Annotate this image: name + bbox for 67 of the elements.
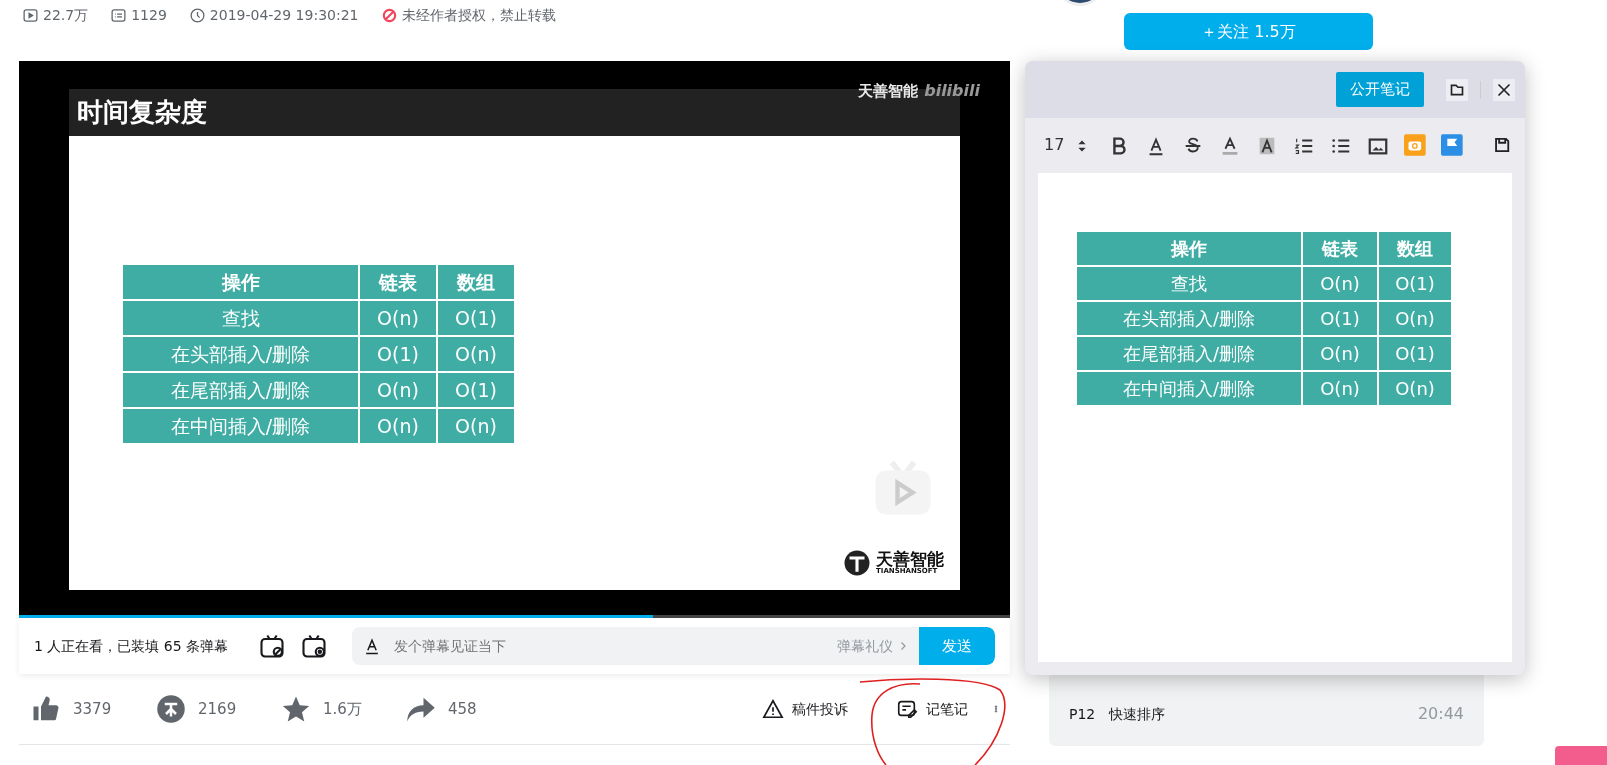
copyright-notice: 未经作者授权，禁止转载 [401, 5, 556, 25]
stat-value: 22.7万 [43, 5, 89, 25]
take-notes-link[interactable]: 记笔记 [926, 698, 968, 720]
warning-icon[interactable] [762, 698, 784, 720]
table-cell: O(1) [437, 300, 515, 336]
play-icon [22, 6, 39, 24]
forbidden-icon [380, 6, 398, 24]
coin-count: 2169 [198, 698, 237, 720]
table-cell: O(1) [437, 372, 515, 408]
episode-duration: 20:44 [1417, 703, 1464, 725]
table-cell: O(1) [1302, 301, 1378, 336]
column-header: 链表 [1302, 231, 1378, 266]
episode-number: P12 [1069, 704, 1096, 724]
table-cell: O(n) [1378, 371, 1452, 406]
column-header: 数组 [437, 264, 515, 300]
table-cell: O(n) [359, 372, 437, 408]
clock-icon [188, 6, 206, 24]
table-cell: 在中间插入/删除 [122, 408, 359, 444]
viewer-count: 1 人正在看，已装填 65 条弹幕 [34, 636, 229, 656]
stat-value: 2019-04-29 19:30:21 [209, 5, 359, 25]
send-button[interactable]: 发送 [919, 627, 995, 665]
table-cell: 在中间插入/删除 [1076, 371, 1302, 406]
favorite-count: 1.6万 [323, 698, 362, 720]
danmaku-toggle-icon[interactable] [258, 632, 287, 660]
table-cell: 查找 [1076, 266, 1302, 301]
table-cell: 在头部插入/删除 [122, 336, 359, 372]
font-size-value[interactable]: 17 [1044, 133, 1065, 157]
table-cell: O(n) [359, 300, 437, 336]
column-header: 操作 [122, 264, 359, 300]
company-logo-icon [842, 548, 872, 578]
note-edit-icon[interactable] [896, 698, 918, 720]
column-header: 数组 [1378, 231, 1452, 266]
share-count: 458 [448, 698, 477, 720]
etiquette-link[interactable]: 弹幕礼仪 [837, 635, 893, 657]
comment-list-icon [110, 6, 128, 24]
episode-title[interactable]: 快速排序 [1109, 703, 1404, 725]
table-cell: 查找 [122, 300, 359, 336]
site-logo: bilibili [924, 80, 980, 102]
logo-name: 天善智能 [876, 551, 944, 568]
table-cell: O(1) [1378, 266, 1452, 301]
folder-icon[interactable] [1446, 78, 1468, 101]
table-cell: 在尾部插入/删除 [1076, 336, 1302, 371]
flag-icon[interactable] [1441, 132, 1463, 158]
note-editor[interactable]: 操作 链表 数组 查找 O(n) O(1) 在头部插入/删除 O(1) O(n) 在尾部插入/删除 O(n) O(1) 在中间插入/删除 O(n) O(n) [1038, 173, 1512, 662]
coin-icon[interactable] [156, 694, 186, 724]
channel-watermark: 天善智能 [858, 80, 919, 102]
table-cell: O(1) [1378, 336, 1452, 371]
table-cell: O(n) [1302, 371, 1378, 406]
column-header: 操作 [1076, 231, 1302, 266]
table-cell: O(n) [437, 336, 515, 372]
table-cell: O(n) [359, 408, 437, 444]
close-icon[interactable] [1493, 78, 1515, 101]
danmaku-settings-icon[interactable] [300, 632, 329, 660]
stat-value: 1129 [131, 5, 167, 25]
table-cell: 在尾部插入/删除 [122, 372, 359, 408]
table-cell: 在头部插入/删除 [1076, 301, 1302, 336]
like-count: 3379 [73, 698, 112, 720]
table-cell: O(n) [437, 408, 515, 444]
table-cell: O(n) [1378, 301, 1452, 336]
column-header: 链表 [359, 264, 437, 300]
table-cell: O(1) [359, 336, 437, 372]
publish-notes-button[interactable]: 公开笔记 [1336, 72, 1424, 107]
table-cell: O(n) [1302, 266, 1378, 301]
follow-button[interactable]: ＋关注 1.5万 [1124, 13, 1373, 50]
table-cell: O(n) [1302, 336, 1378, 371]
report-link[interactable]: 稿件投诉 [792, 698, 848, 720]
danmaku-input[interactable]: 发个弹幕见证当下 弹幕礼仪 发送 [352, 627, 995, 665]
